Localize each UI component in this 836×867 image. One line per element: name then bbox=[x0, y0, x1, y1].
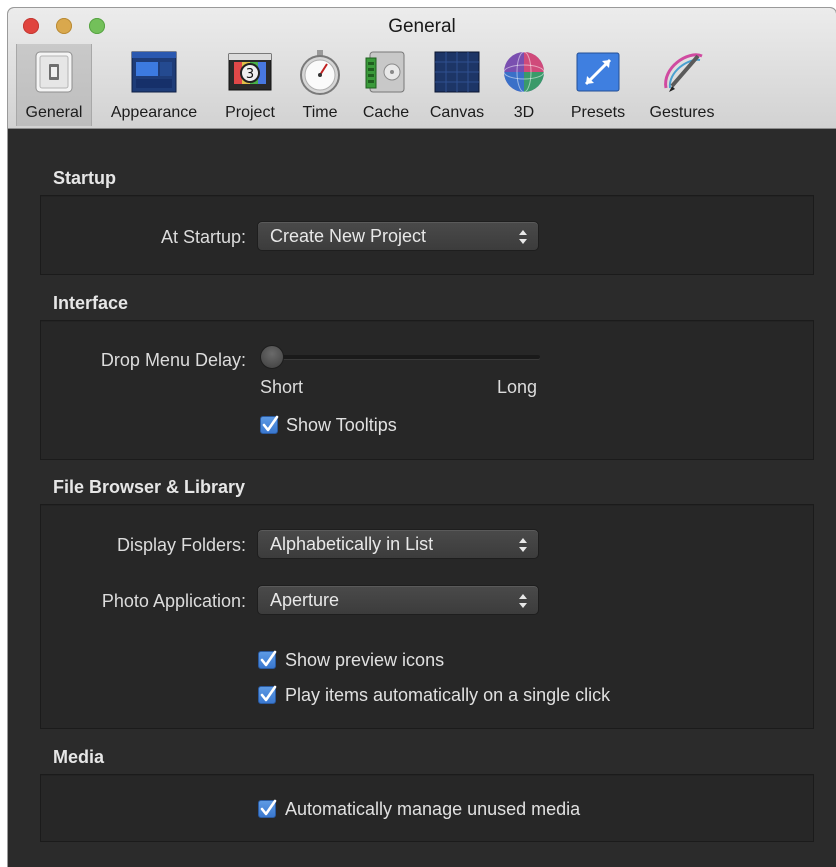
toolbar-tab-gestures[interactable]: Gestures bbox=[642, 44, 722, 126]
photo-application-popup[interactable]: Aperture bbox=[257, 585, 539, 615]
show-tooltips-checkbox[interactable] bbox=[260, 415, 279, 434]
display-folders-label: Display Folders: bbox=[116, 535, 246, 555]
presets-arrows-icon bbox=[576, 52, 620, 92]
toolbar-tab-general[interactable]: General bbox=[16, 44, 92, 126]
toolbar-tab-canvas[interactable]: Canvas bbox=[422, 44, 492, 126]
photo-application-value: Aperture bbox=[270, 590, 340, 610]
toolbar-tab-cache[interactable]: Cache bbox=[354, 44, 418, 126]
canvas-grid-icon bbox=[434, 51, 480, 93]
window-titlebar: General General Appearance 3 Project Tim… bbox=[8, 8, 836, 129]
show-tooltips-label: Show Tooltips bbox=[286, 415, 397, 435]
toolbar-tab-label: Appearance bbox=[110, 104, 198, 121]
toolbar-tab-label: General bbox=[25, 104, 83, 121]
at-startup-value: Create New Project bbox=[270, 226, 427, 246]
popup-arrows-icon bbox=[519, 538, 527, 552]
auto-manage-media-label: Automatically manage unused media bbox=[285, 799, 581, 819]
section-title-interface: Interface bbox=[53, 293, 129, 313]
show-preview-icons-checkbox[interactable] bbox=[258, 650, 277, 669]
svg-text:3: 3 bbox=[246, 67, 254, 82]
toolbar-tab-3d[interactable]: 3D bbox=[498, 44, 550, 126]
checkmark-icon bbox=[262, 415, 279, 432]
photo-application-label: Photo Application: bbox=[101, 591, 246, 611]
project-clapper-icon: 3 bbox=[228, 53, 272, 91]
drop-menu-delay-label: Drop Menu Delay: bbox=[100, 350, 246, 370]
toolbar-tab-time[interactable]: Time bbox=[292, 44, 348, 126]
gestures-pen-icon bbox=[664, 53, 703, 92]
toolbar-tab-label: Gestures bbox=[649, 104, 715, 121]
display-folders-value: Alphabetically in List bbox=[270, 534, 434, 554]
appearance-icon bbox=[131, 51, 177, 93]
toolbar-tab-label: Project bbox=[225, 104, 275, 121]
at-startup-popup[interactable]: Create New Project bbox=[257, 221, 539, 251]
toolbar-tab-label: Time bbox=[302, 104, 338, 121]
sphere-3d-icon bbox=[503, 51, 545, 93]
window-title: General bbox=[388, 16, 456, 37]
auto-manage-media-checkbox[interactable] bbox=[258, 799, 277, 818]
section-title-file-browser: File Browser & Library bbox=[53, 477, 246, 497]
preferences-window: General General Appearance 3 Project Tim… bbox=[8, 8, 836, 867]
popup-arrows-icon bbox=[519, 230, 527, 244]
toolbar-tab-label: 3D bbox=[513, 104, 535, 121]
popup-arrows-icon bbox=[519, 594, 527, 608]
interface-group-box bbox=[40, 320, 814, 460]
toolbar-tab-label: Canvas bbox=[429, 104, 485, 121]
checkmark-icon bbox=[260, 685, 277, 702]
toolbar-tab-project[interactable]: 3 Project bbox=[214, 44, 286, 126]
section-title-startup: Startup bbox=[53, 168, 116, 188]
at-startup-label: At Startup: bbox=[160, 227, 246, 247]
toolbar-tab-label: Cache bbox=[362, 104, 410, 121]
slider-max-label: Long bbox=[497, 377, 538, 397]
checkmark-icon bbox=[260, 650, 277, 667]
checkmark-icon bbox=[260, 799, 277, 816]
display-folders-popup[interactable]: Alphabetically in List bbox=[257, 529, 539, 559]
section-title-media: Media bbox=[53, 747, 105, 767]
general-switch-icon bbox=[35, 51, 73, 93]
toolbar-tab-presets[interactable]: Presets bbox=[560, 44, 636, 126]
drop-menu-delay-slider-track[interactable] bbox=[264, 355, 540, 359]
stopwatch-icon bbox=[300, 50, 340, 95]
play-items-checkbox[interactable] bbox=[258, 685, 277, 704]
play-items-label: Play items automatically on a single cli… bbox=[285, 685, 611, 705]
drop-menu-delay-slider-knob[interactable] bbox=[260, 345, 284, 369]
cache-drive-icon bbox=[365, 51, 405, 93]
toolbar-tab-label: Presets bbox=[570, 104, 626, 121]
show-preview-icons-label: Show preview icons bbox=[285, 650, 445, 670]
slider-min-label: Short bbox=[260, 377, 304, 397]
toolbar-tab-appearance[interactable]: Appearance bbox=[100, 44, 208, 126]
